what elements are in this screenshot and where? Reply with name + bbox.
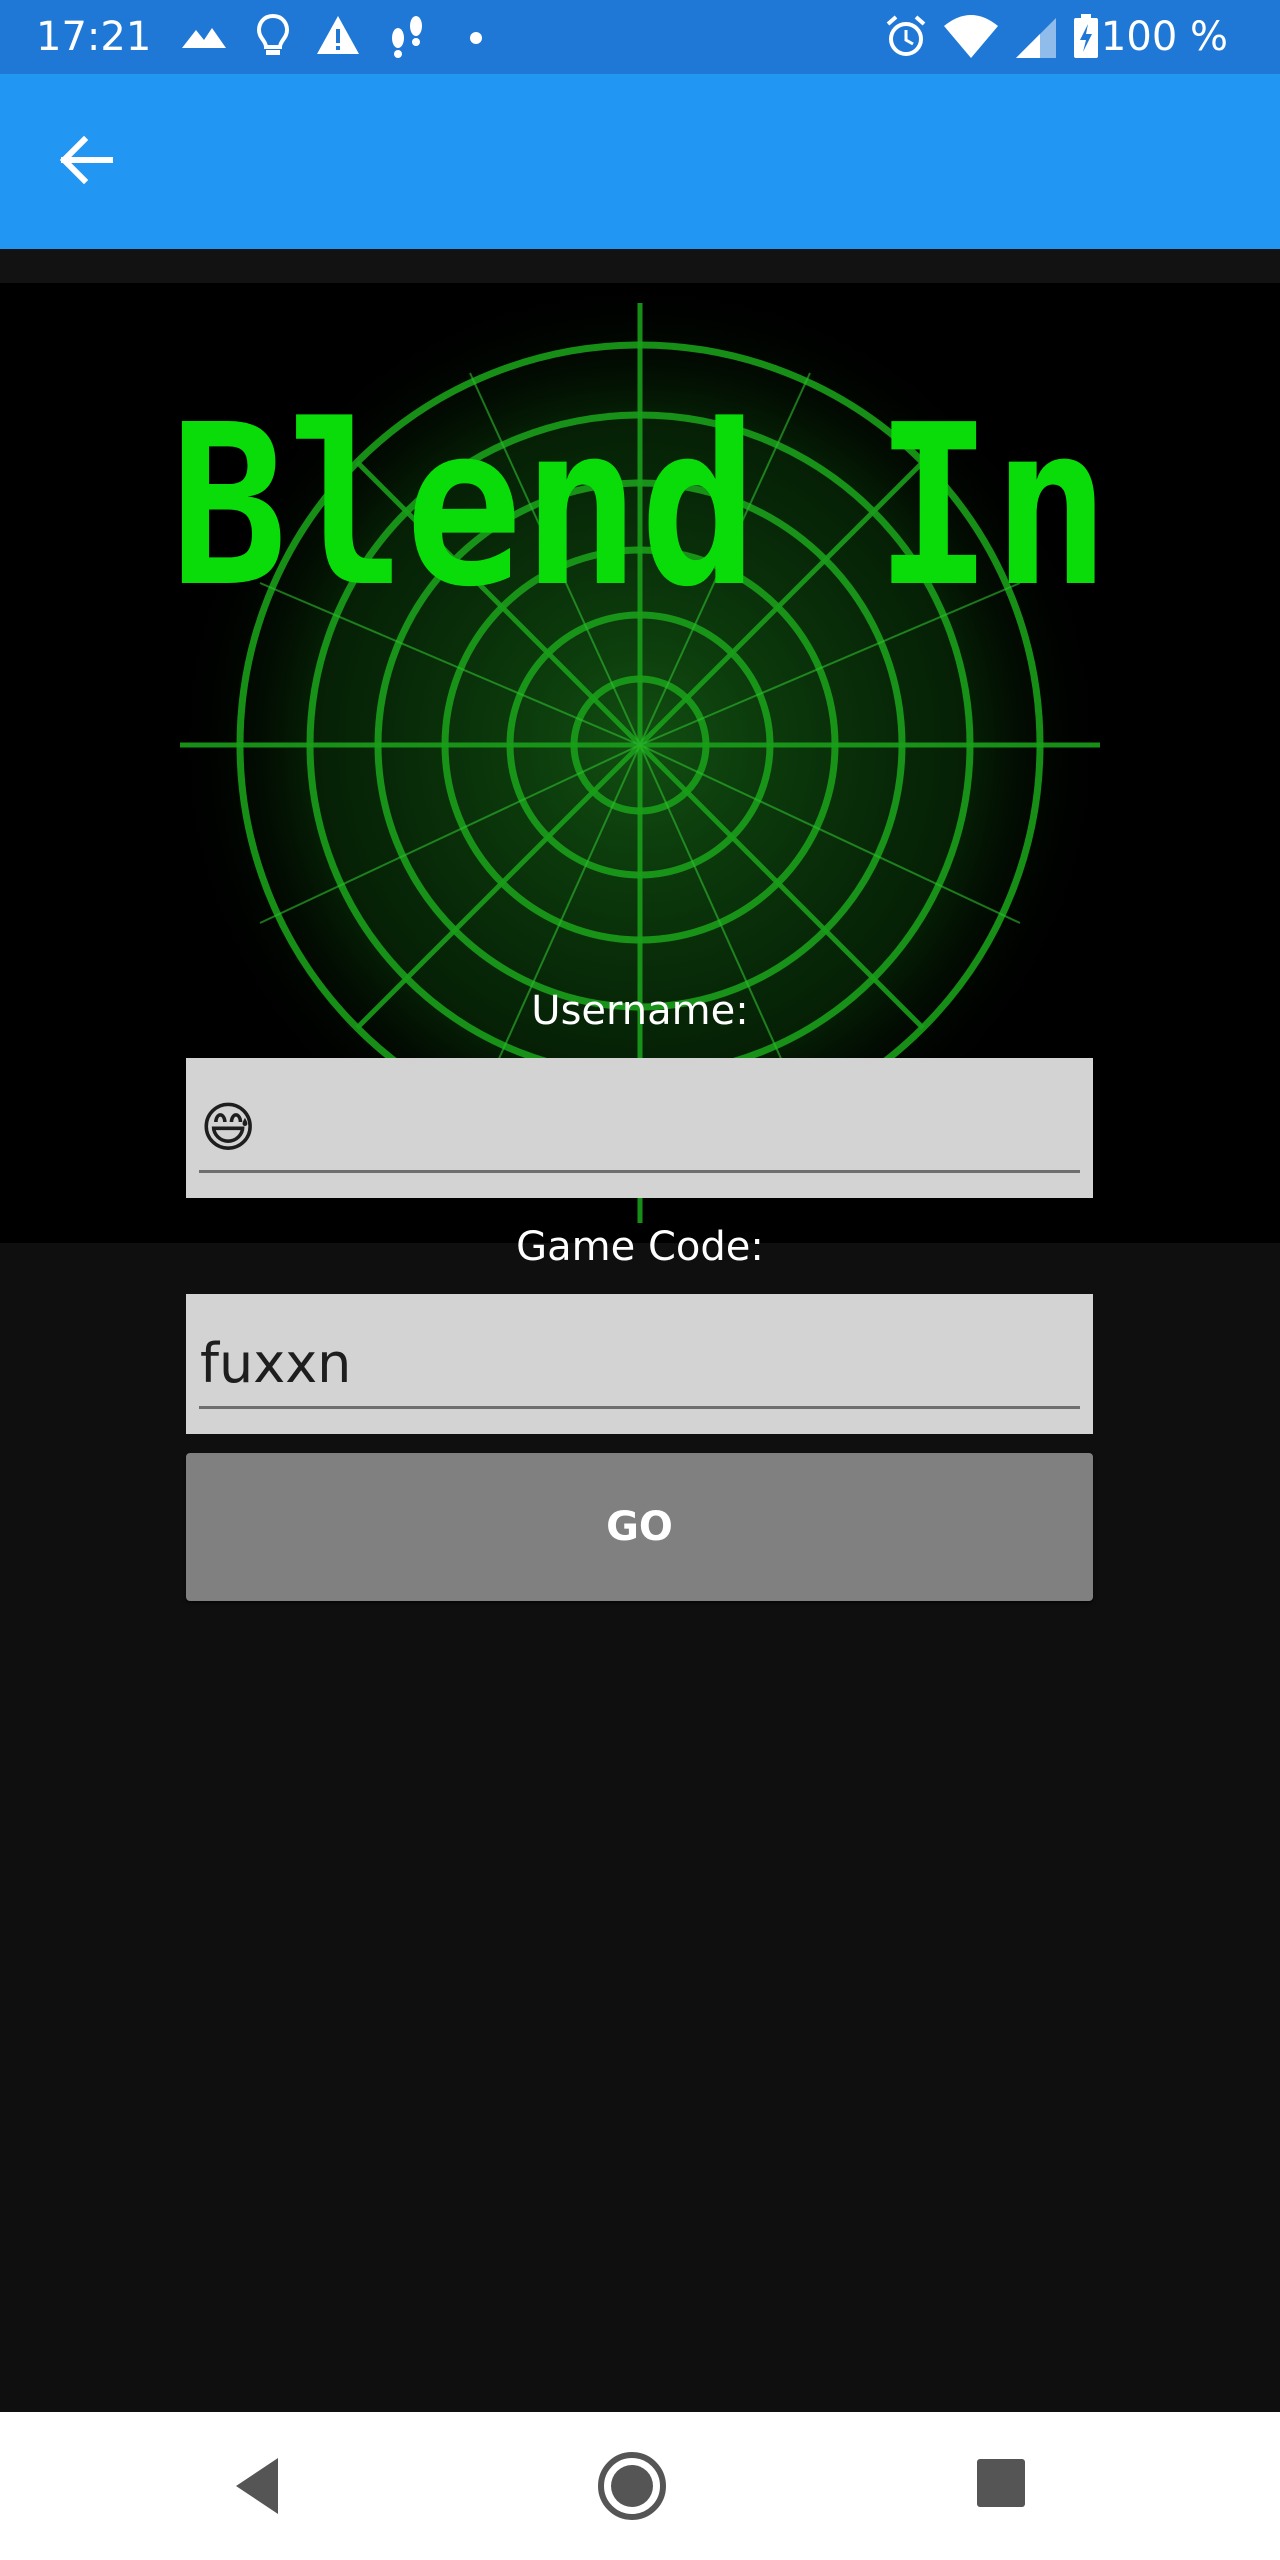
lightbulb-icon [256,13,290,55]
back-triangle-icon[interactable] [228,2452,288,2520]
wifi-icon [944,15,998,58]
dot-icon [470,32,482,44]
username-value: 😅 [200,1096,257,1159]
game-code-input[interactable]: fuxxn [186,1294,1093,1434]
game-code-value: fuxxn [200,1332,352,1395]
recents-square-icon[interactable] [974,2456,1028,2510]
signal-icon [1016,18,1056,58]
app-bar [0,74,1280,249]
game-code-label: Game Code: [516,1224,764,1270]
battery-percentage: 100 % [1100,14,1228,60]
mountain-icon [182,28,226,48]
navigation-bar [0,2412,1280,2560]
game-code-underline [199,1406,1080,1409]
status-time: 17:21 [36,14,152,60]
username-label: Username: [531,988,749,1034]
status-bar: 17:21 100 % [0,0,1280,74]
go-button[interactable]: GO [186,1453,1093,1601]
alarm-icon [886,15,926,56]
username-underline [199,1170,1080,1173]
game-title: Blend In [170,378,1110,636]
home-circle-icon[interactable] [596,2450,668,2522]
arrow-left-icon[interactable] [56,130,116,190]
username-input[interactable]: 😅 [186,1058,1093,1198]
warning-icon [317,16,359,54]
content-spacer [0,249,1280,283]
battery-charging-icon [1074,14,1098,58]
footsteps-icon [392,16,422,58]
